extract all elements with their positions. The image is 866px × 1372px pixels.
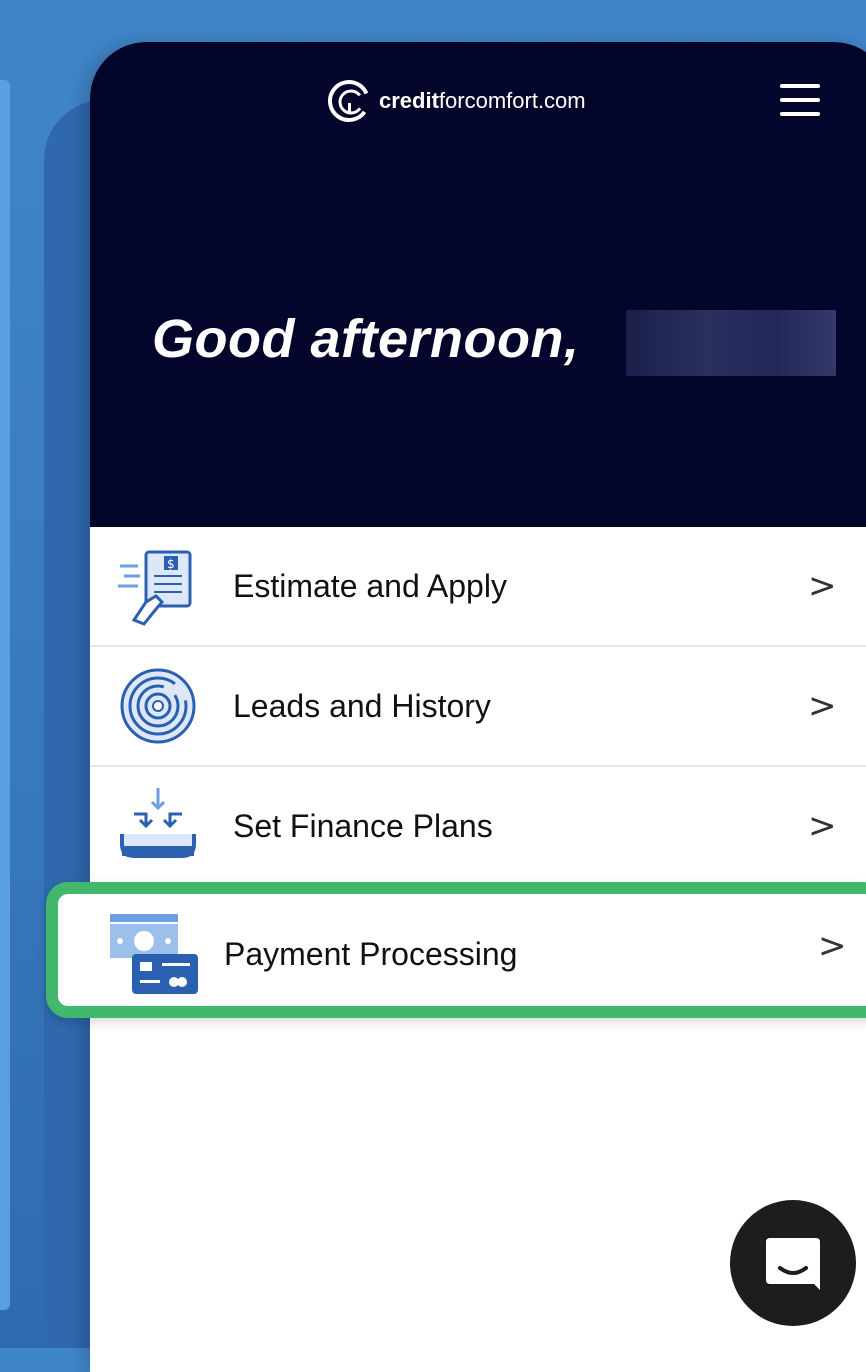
app-screen: creditforcomfort.com Good afternoon, $ E… bbox=[90, 42, 866, 1372]
user-name-redacted bbox=[626, 310, 836, 376]
menu-item-leads-and-history[interactable]: Leads and History > bbox=[90, 647, 866, 767]
greeting-text: Good afternoon, bbox=[152, 309, 580, 369]
c-logo-icon bbox=[328, 80, 370, 122]
tray-arrows-icon bbox=[116, 784, 200, 868]
chevron-right-icon: > bbox=[818, 926, 847, 966]
menu-item-label: Set Finance Plans bbox=[233, 807, 493, 844]
svg-text:$: $ bbox=[167, 557, 175, 571]
hamburger-icon bbox=[780, 84, 820, 88]
menu-item-estimate-and-apply[interactable]: $ Estimate and Apply > bbox=[90, 527, 866, 647]
target-rings-icon bbox=[116, 664, 200, 748]
brand-name-bold: credit bbox=[379, 88, 439, 113]
menu-item-label: Estimate and Apply bbox=[233, 567, 507, 604]
menu-item-label: Payment Processing bbox=[224, 936, 518, 972]
chevron-right-icon: > bbox=[808, 806, 837, 846]
document-hand-icon: $ bbox=[116, 544, 200, 628]
chevron-right-icon: > bbox=[808, 566, 837, 606]
hamburger-menu-button[interactable] bbox=[780, 84, 820, 116]
hero-header: creditforcomfort.com Good afternoon, bbox=[90, 42, 866, 527]
menu-item-set-finance-plans[interactable]: Set Finance Plans > bbox=[90, 767, 866, 885]
background-card-edge bbox=[0, 80, 10, 1310]
cash-card-icon bbox=[110, 910, 206, 996]
brand-name: creditforcomfort.com bbox=[379, 88, 586, 114]
chat-bubble-icon bbox=[766, 1238, 820, 1290]
chevron-right-icon: > bbox=[808, 686, 837, 726]
brand-name-rest: forcomfort.com bbox=[438, 88, 586, 113]
menu-list: $ Estimate and Apply > Leads and History… bbox=[90, 527, 866, 885]
menu-item-label: Leads and History bbox=[233, 687, 491, 724]
menu-item-payment-processing[interactable]: Payment Processing > bbox=[46, 882, 866, 1018]
chat-launcher-button[interactable] bbox=[730, 1200, 856, 1326]
brand-logo[interactable]: creditforcomfort.com bbox=[327, 76, 586, 126]
